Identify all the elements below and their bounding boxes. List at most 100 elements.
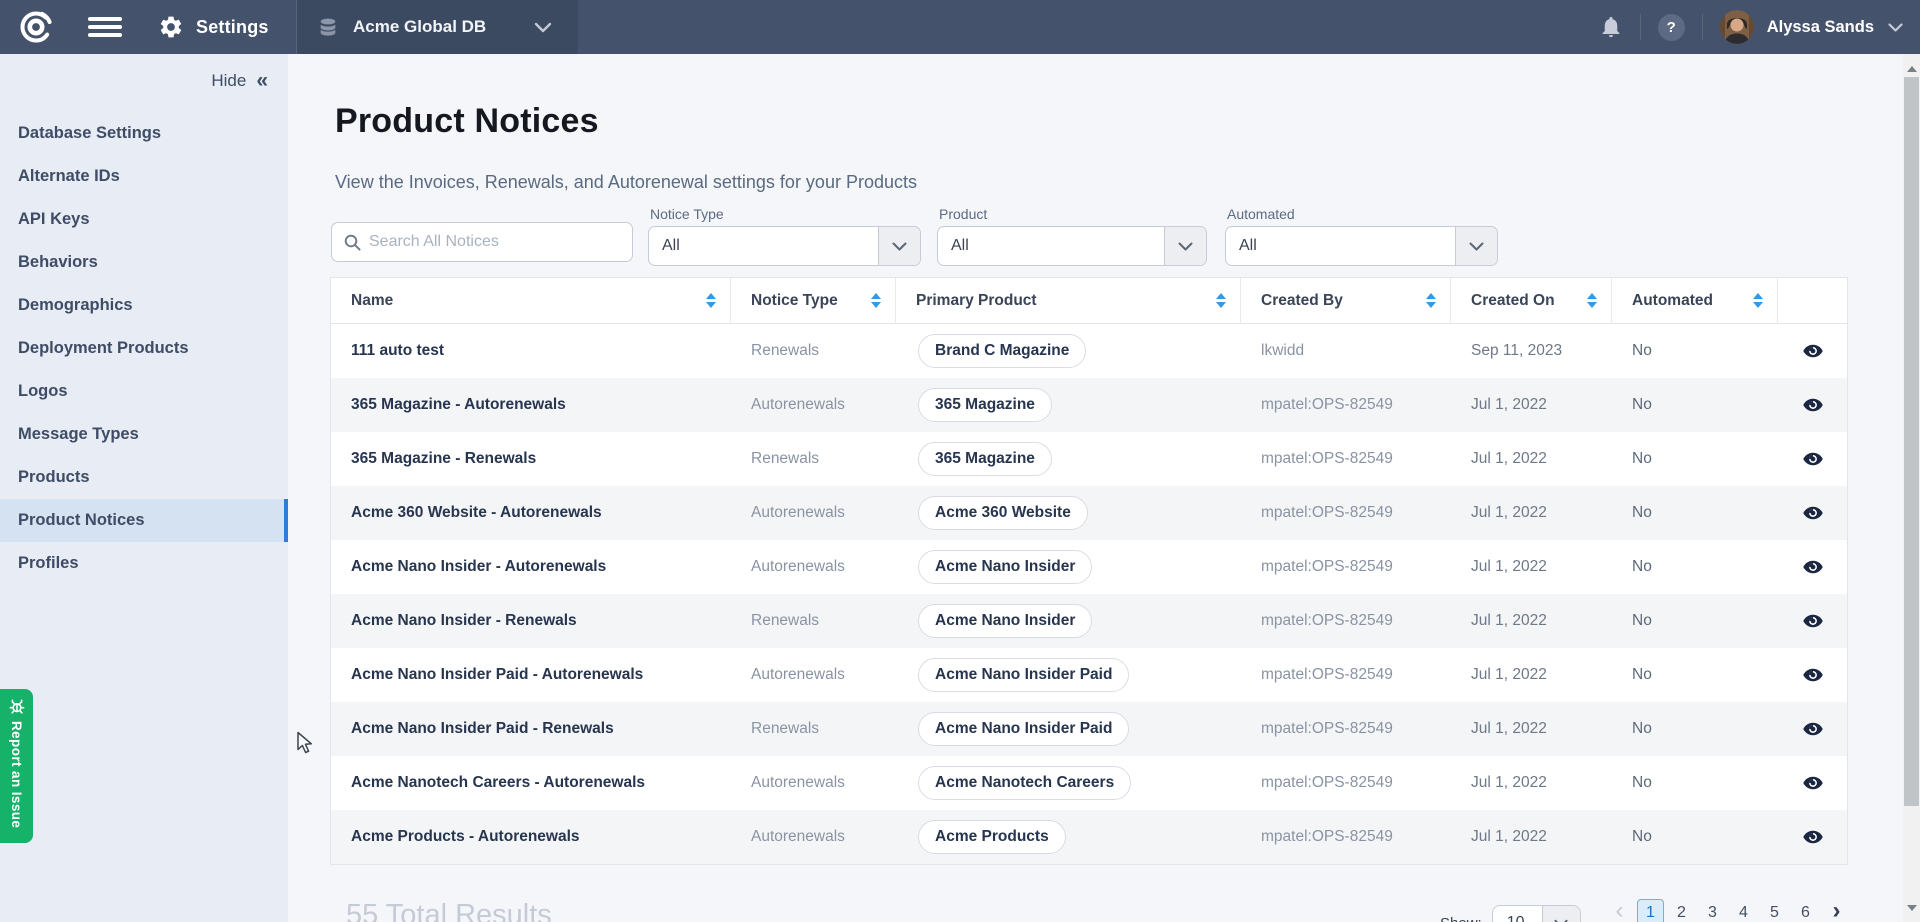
pagination-page-1[interactable]: 1: [1637, 899, 1664, 922]
user-name[interactable]: Alyssa Sands: [1767, 18, 1874, 37]
sort-icon[interactable]: [1426, 293, 1436, 308]
column-header-name[interactable]: Name: [331, 278, 731, 323]
view-notice-eye-icon[interactable]: [1802, 772, 1824, 794]
primary-product-pill[interactable]: Acme Products: [918, 820, 1066, 854]
primary-product-pill[interactable]: Acme Nano Insider Paid: [918, 658, 1129, 692]
cell-name: 111 auto test: [331, 342, 731, 360]
sidebar-item-logos[interactable]: Logos: [0, 370, 288, 413]
filter-label: Product: [939, 206, 1207, 222]
column-header-created-by[interactable]: Created By: [1241, 278, 1451, 323]
view-notice-eye-icon[interactable]: [1802, 556, 1824, 578]
sidebar-item-database-settings[interactable]: Database Settings: [0, 112, 288, 155]
cell-created-on: Jul 1, 2022: [1451, 396, 1612, 414]
product-select[interactable]: All: [937, 226, 1207, 266]
primary-product-pill[interactable]: Acme 360 Website: [918, 496, 1088, 530]
top-navigation-bar: Settings Acme Global DB ?: [0, 0, 1920, 54]
column-header-created-on[interactable]: Created On: [1451, 278, 1612, 323]
view-notice-eye-icon[interactable]: [1802, 502, 1824, 524]
pagination-page-6[interactable]: 6: [1792, 899, 1819, 922]
primary-product-pill[interactable]: 365 Magazine: [918, 442, 1052, 476]
sidebar-item-api-keys[interactable]: API Keys: [0, 198, 288, 241]
search-input[interactable]: [369, 233, 632, 251]
primary-product-pill[interactable]: Acme Nanotech Careers: [918, 766, 1131, 800]
user-avatar[interactable]: [1720, 10, 1754, 44]
scrollbar-down-arrow[interactable]: [1903, 899, 1920, 916]
view-notice-eye-icon[interactable]: [1802, 664, 1824, 686]
sidebar-item-behaviors[interactable]: Behaviors: [0, 241, 288, 284]
column-header-primary-product[interactable]: Primary Product: [896, 278, 1241, 323]
chevron-down-icon[interactable]: [878, 227, 920, 265]
sidebar-item-message-types[interactable]: Message Types: [0, 413, 288, 456]
cell-primary-product: Acme Nano Insider Paid: [896, 658, 1241, 692]
cell-notice-type: Autorenewals: [731, 396, 896, 414]
view-notice-eye-icon[interactable]: [1802, 826, 1824, 848]
pagination-page-5[interactable]: 5: [1761, 899, 1788, 922]
sidebar-item-alternate-ids[interactable]: Alternate IDs: [0, 155, 288, 198]
table-row: Acme Nano Insider - RenewalsRenewalsAcme…: [331, 594, 1847, 648]
cell-actions: [1778, 718, 1847, 740]
user-menu-chevron-icon[interactable]: [1888, 23, 1903, 32]
column-header-notice-type[interactable]: Notice Type: [731, 278, 896, 323]
database-selector[interactable]: Acme Global DB: [296, 0, 578, 54]
view-notice-eye-icon[interactable]: [1802, 610, 1824, 632]
pagination-page-2[interactable]: 2: [1668, 899, 1695, 922]
sidebar-collapse-button[interactable]: Hide «: [211, 70, 268, 91]
sort-icon[interactable]: [871, 293, 881, 308]
pagination-page-4[interactable]: 4: [1730, 899, 1757, 922]
sort-icon[interactable]: [1587, 293, 1597, 308]
sort-icon[interactable]: [706, 293, 716, 308]
sidebar-item-deployment-products[interactable]: Deployment Products: [0, 327, 288, 370]
page-size-select[interactable]: 10: [1492, 905, 1581, 922]
primary-product-pill[interactable]: Acme Nano Insider: [918, 550, 1092, 584]
cell-created-by: mpatel:OPS-82549: [1241, 396, 1451, 414]
view-notice-eye-icon[interactable]: [1802, 340, 1824, 362]
view-notice-eye-icon[interactable]: [1802, 718, 1824, 740]
primary-product-pill[interactable]: Acme Nano Insider: [918, 604, 1092, 638]
cell-primary-product: Acme Nano Insider: [896, 550, 1241, 584]
table-row: 365 Magazine - AutorenewalsAutorenewals 3…: [331, 378, 1847, 432]
notice-type-select[interactable]: All: [648, 226, 921, 266]
view-notice-eye-icon[interactable]: [1802, 394, 1824, 416]
cell-created-on: Jul 1, 2022: [1451, 612, 1612, 630]
report-an-issue-button[interactable]: Report an Issue: [0, 689, 33, 843]
cell-name: 365 Magazine - Autorenewals: [331, 396, 731, 414]
chevron-down-icon[interactable]: [1164, 227, 1206, 265]
primary-product-pill[interactable]: Brand C Magazine: [918, 334, 1086, 368]
cell-created-by: mpatel:OPS-82549: [1241, 450, 1451, 468]
filter-automated: Automated All: [1225, 206, 1498, 266]
cell-automated: No: [1612, 720, 1778, 738]
settings-sidebar: Hide « Database SettingsAlternate IDsAPI…: [0, 54, 288, 922]
chevron-down-icon[interactable]: [1455, 227, 1497, 265]
sidebar-item-profiles[interactable]: Profiles: [0, 542, 288, 585]
pagination-prev-icon[interactable]: ‹: [1606, 899, 1633, 922]
pagination-page-3[interactable]: 3: [1699, 899, 1726, 922]
scrollbar-up-arrow[interactable]: [1903, 60, 1920, 77]
column-header-automated[interactable]: Automated: [1612, 278, 1778, 323]
cell-created-on: Jul 1, 2022: [1451, 558, 1612, 576]
sort-icon[interactable]: [1753, 293, 1763, 308]
help-icon[interactable]: ?: [1658, 14, 1685, 41]
sidebar-item-products[interactable]: Products: [0, 456, 288, 499]
primary-product-pill[interactable]: 365 Magazine: [918, 388, 1052, 422]
cell-primary-product: Brand C Magazine: [896, 334, 1241, 368]
sort-icon[interactable]: [1216, 293, 1226, 308]
primary-product-pill[interactable]: Acme Nano Insider Paid: [918, 712, 1129, 746]
chevron-down-icon[interactable]: [1542, 906, 1580, 922]
collapse-chevrons-icon: «: [256, 70, 268, 91]
sidebar-item-demographics[interactable]: Demographics: [0, 284, 288, 327]
cell-created-on: Jul 1, 2022: [1451, 666, 1612, 684]
table-header-row: Name Notice Type Primary Product Created…: [331, 278, 1847, 324]
automated-select[interactable]: All: [1225, 226, 1498, 266]
cell-notice-type: Autorenewals: [731, 558, 896, 576]
notifications-bell-icon[interactable]: [1599, 15, 1623, 39]
hamburger-menu-icon[interactable]: [88, 17, 122, 37]
vertical-scrollbar[interactable]: [1903, 54, 1920, 922]
view-notice-eye-icon[interactable]: [1802, 448, 1824, 470]
pagination-next-icon[interactable]: ›: [1823, 899, 1850, 922]
cell-primary-product: 365 Magazine: [896, 388, 1241, 422]
omeda-logo-icon[interactable]: [18, 9, 54, 45]
scrollbar-thumb[interactable]: [1904, 77, 1919, 806]
sidebar-item-product-notices[interactable]: Product Notices: [0, 499, 288, 542]
settings-nav[interactable]: Settings: [158, 0, 269, 54]
database-icon: [317, 16, 339, 38]
